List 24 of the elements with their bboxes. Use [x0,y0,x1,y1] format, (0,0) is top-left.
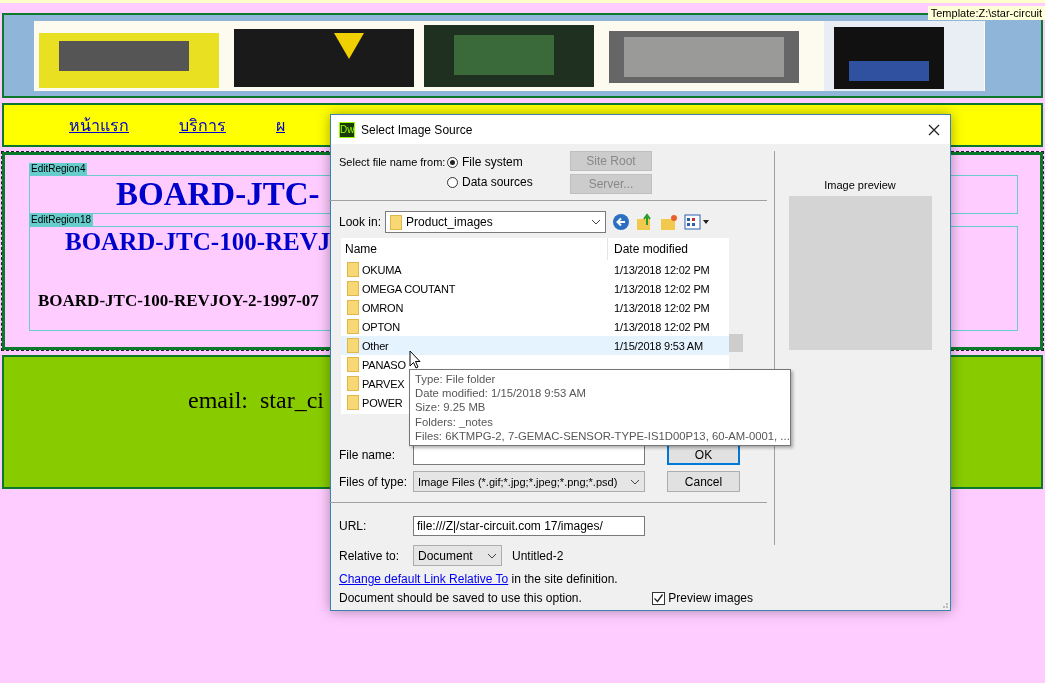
source-label: Select file name from: [339,156,447,170]
product-heading: BOARD-JTC-100-REVJ [65,228,331,255]
region-tag: EditRegion4 [29,163,88,175]
look-in-label: Look in: [339,215,382,229]
relative-to-label: Relative to: [339,548,401,563]
preview-label: Image preview [824,179,896,191]
product-subheading: BOARD-JTC-100-REVJOY-2-1997-07 [38,291,319,310]
window-title: Select Image Source [361,122,474,137]
tooltip-line: Files: 6KTMPG-2, 7-GEMAC-SENSOR-TYPE-IS1D00P13, 60-AM-0001, ... [415,428,790,443]
product-heading: BOARD-JTC- [116,176,320,212]
file-type-label: Files of type: [339,474,409,489]
document-name: Untitled-2 [512,548,564,563]
link-note: in the site definition. [510,572,618,586]
save-note: Document should be saved to use this option. [339,591,582,605]
tooltip-line: Date modified: 1/15/2018 9:53 AM [415,386,586,401]
tooltip-line: Size: 9.25 MB [415,400,486,415]
template-label: Template:Z:\star-circuit [927,6,1045,20]
url-label: URL: [339,519,368,533]
app-icon: Dw [339,121,355,138]
email-text: email: star_ci [188,387,324,413]
file-name-label: File name: [339,447,397,462]
tooltip-line: Folders: _notes [415,414,493,429]
region-tag: EditRegion18 [29,214,94,226]
tooltip-line: Type: File folder [415,372,496,387]
